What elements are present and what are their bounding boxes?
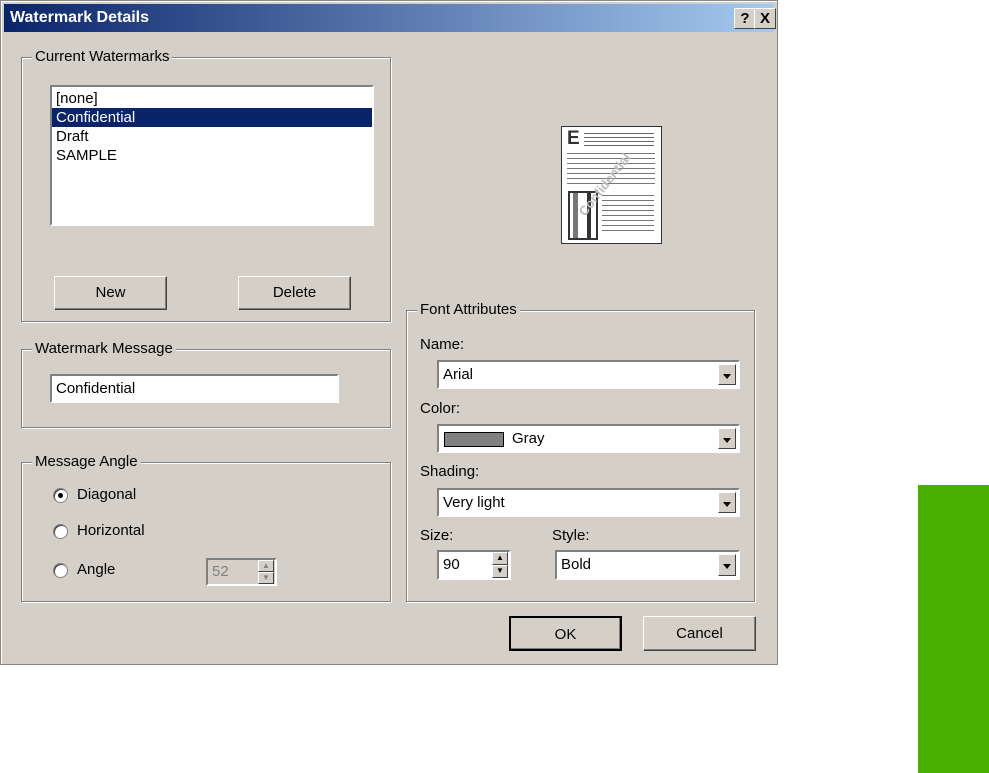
radio-label: Angle (77, 561, 116, 578)
chevron-down-icon[interactable] (718, 364, 736, 385)
title-bar: Watermark Details (4, 4, 774, 32)
new-button[interactable]: New (54, 276, 167, 310)
size-spinner[interactable]: 90 ▲ ▼ (437, 550, 511, 580)
list-item-selected[interactable]: Confidential (52, 108, 372, 127)
ok-button[interactable]: OK (509, 616, 622, 651)
size-label: Size: (420, 527, 454, 544)
watermark-preview: E Confidential (561, 126, 662, 244)
cancel-button[interactable]: Cancel (643, 616, 756, 651)
close-button[interactable]: X (754, 8, 776, 29)
chevron-down-icon[interactable] (718, 428, 736, 449)
radio-horizontal[interactable] (53, 524, 68, 539)
font-style-select[interactable]: Bold (555, 550, 740, 580)
radio-label: Diagonal (77, 486, 137, 503)
group-legend: Message Angle (32, 453, 141, 471)
selected-value: Gray (512, 430, 545, 447)
watermark-details-dialog: Watermark Details ? X Current Watermarks… (0, 0, 778, 665)
group-legend: Watermark Message (32, 340, 176, 358)
preview-heading: E (567, 128, 580, 149)
list-item[interactable]: Draft (52, 127, 372, 146)
style-label: Style: (552, 527, 590, 544)
chevron-down-icon[interactable] (718, 492, 736, 513)
radio-label: Horizontal (77, 522, 145, 539)
watermark-message-input[interactable]: Confidential (50, 374, 339, 403)
group-legend: Font Attributes (417, 301, 520, 319)
size-value: 90 (443, 556, 460, 573)
selected-value: Very light (443, 494, 505, 511)
spin-up-icon: ▲ (258, 560, 274, 572)
delete-button[interactable]: Delete (238, 276, 351, 310)
name-label: Name: (420, 336, 465, 353)
group-legend: Current Watermarks (32, 48, 173, 66)
spin-up-icon[interactable]: ▲ (492, 552, 508, 565)
spin-down-icon[interactable]: ▼ (492, 565, 508, 578)
color-swatch (444, 431, 504, 447)
list-item[interactable]: SAMPLE (52, 146, 372, 165)
list-item[interactable]: [none] (52, 89, 372, 108)
help-button[interactable]: ? (734, 8, 756, 29)
shading-select[interactable]: Very light (437, 488, 740, 517)
green-tab-decoration (918, 485, 989, 773)
radio-diagonal[interactable] (53, 488, 68, 503)
spin-down-icon: ▼ (258, 572, 274, 584)
font-name-select[interactable]: Arial (437, 360, 740, 389)
angle-spinner: 52 ▲ ▼ (206, 558, 277, 586)
selected-value: Arial (443, 366, 474, 383)
font-color-select[interactable]: Gray (437, 424, 740, 453)
selected-value: Bold (561, 556, 592, 573)
radio-angle[interactable] (53, 563, 68, 578)
color-label: Color: (420, 400, 461, 417)
watermarks-listbox[interactable]: [none] Confidential Draft SAMPLE (50, 85, 374, 226)
dialog-title: Watermark Details (10, 9, 150, 26)
angle-value: 52 (212, 563, 229, 580)
shading-label: Shading: (420, 463, 480, 480)
chevron-down-icon[interactable] (718, 554, 736, 576)
